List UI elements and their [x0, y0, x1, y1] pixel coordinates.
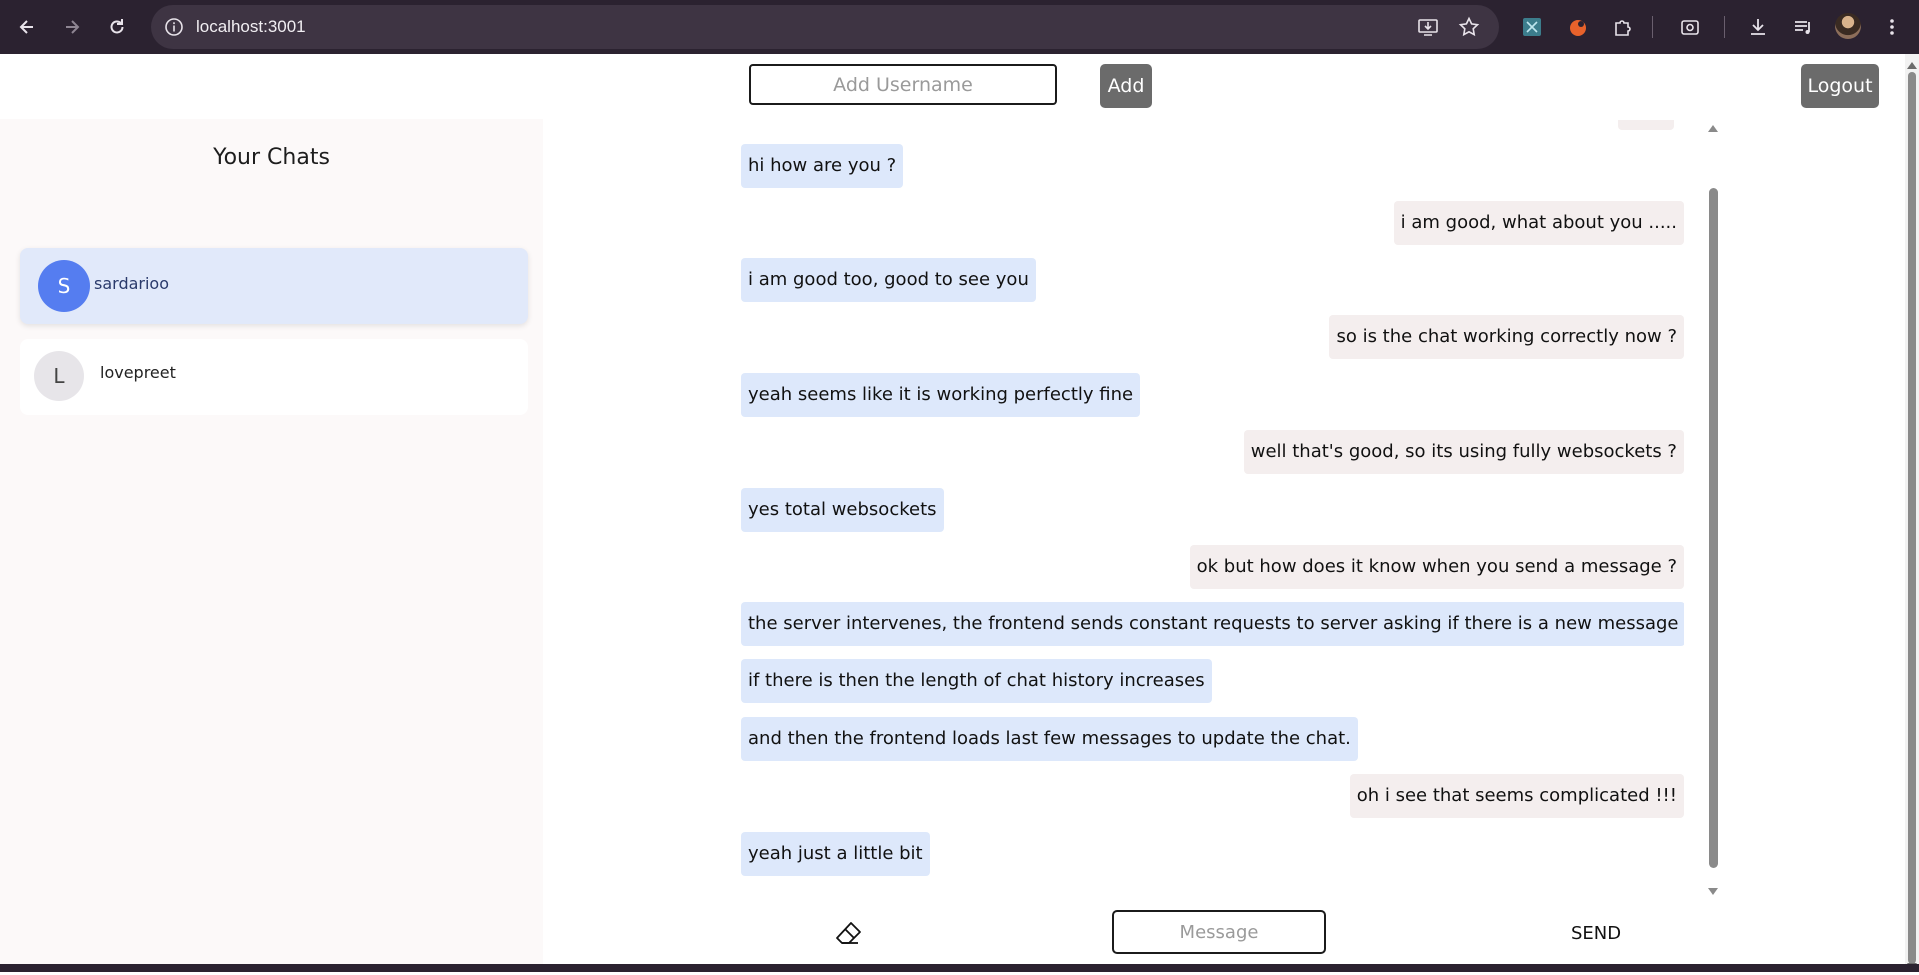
chat-name: lovepreet: [100, 363, 176, 382]
install-app-icon[interactable]: [1417, 16, 1439, 38]
window-bottom-edge: [0, 964, 1919, 972]
logout-button[interactable]: Logout: [1801, 64, 1879, 108]
message-bubble-sent: so is the chat working correctly now ?: [1329, 315, 1684, 359]
messages-scrollbar[interactable]: [1707, 120, 1719, 896]
message-bubble-received: yeah seems like it is working perfectly …: [741, 373, 1141, 417]
avatar: S: [38, 260, 90, 312]
chat-name: sardarioo: [94, 274, 169, 293]
extension-teal-icon[interactable]: [1518, 13, 1546, 41]
download-icon[interactable]: [1744, 13, 1772, 41]
page-scrollbar-thumb[interactable]: [1908, 72, 1916, 964]
media-queue-icon[interactable]: [1789, 13, 1817, 41]
send-button[interactable]: SEND: [1556, 918, 1636, 948]
site-info-icon[interactable]: [163, 16, 185, 38]
message-bubble-received: i am good too, good to see you: [741, 258, 1036, 302]
chat-item-sardarioo[interactable]: S sardarioo: [20, 248, 528, 324]
extensions-puzzle-icon[interactable]: [1609, 13, 1637, 41]
message-bubble-sent: i am good, what about you .....: [1393, 201, 1684, 245]
browser-menu-icon[interactable]: [1878, 13, 1906, 41]
message-bubble-received: yeah just a little bit: [741, 832, 930, 876]
message-bubble-sent: ok but how does it know when you send a …: [1189, 545, 1684, 589]
scrollbar-thumb[interactable]: [1709, 188, 1718, 868]
previous-message-bubble: [1618, 120, 1674, 130]
message-bubble-sent: oh i see that seems complicated !!!: [1349, 774, 1684, 818]
chat-sidebar: Your Chats S sardarioo L lovepreet: [0, 119, 543, 972]
message-bubble-received: hi how are you ?: [741, 144, 904, 188]
toolbar-separator: [1724, 16, 1725, 38]
sidebar-title: Your Chats: [213, 145, 330, 170]
message-bubble-received: and then the frontend loads last few mes…: [741, 717, 1358, 761]
screenshot-icon[interactable]: [1676, 13, 1704, 41]
scroll-up-arrow-icon[interactable]: [1707, 120, 1719, 132]
username-input[interactable]: [749, 64, 1057, 105]
add-user-button[interactable]: Add: [1100, 64, 1152, 108]
chat-item-lovepreet[interactable]: L lovepreet: [20, 339, 528, 415]
message-bubble-received: if there is then the length of chat hist…: [741, 659, 1212, 703]
eraser-icon[interactable]: [832, 917, 866, 951]
scroll-down-arrow-icon[interactable]: [1707, 882, 1719, 895]
forward-icon[interactable]: [58, 13, 86, 41]
extension-orange-icon[interactable]: [1564, 13, 1592, 41]
avatar: L: [34, 351, 84, 401]
url-text[interactable]: localhost:3001: [196, 5, 306, 49]
message-bubble-received: yes total websockets: [741, 488, 944, 532]
message-input[interactable]: [1112, 910, 1326, 954]
message-bubble-sent: well that's good, so its using fully web…: [1243, 430, 1684, 474]
profile-avatar-icon[interactable]: [1835, 13, 1861, 39]
message-bubble-received: the server intervenes, the frontend send…: [741, 602, 1684, 646]
browser-toolbar: localhost:3001: [0, 0, 1919, 54]
toolbar-separator: [1652, 16, 1653, 38]
address-bar[interactable]: localhost:3001: [151, 5, 1499, 49]
bookmark-star-icon[interactable]: [1458, 16, 1480, 38]
page-scrollbar[interactable]: [1905, 54, 1919, 972]
back-icon[interactable]: [13, 13, 41, 41]
reload-icon[interactable]: [103, 13, 131, 41]
message-list[interactable]: hi how are you ? i am good, what about y…: [741, 120, 1684, 892]
